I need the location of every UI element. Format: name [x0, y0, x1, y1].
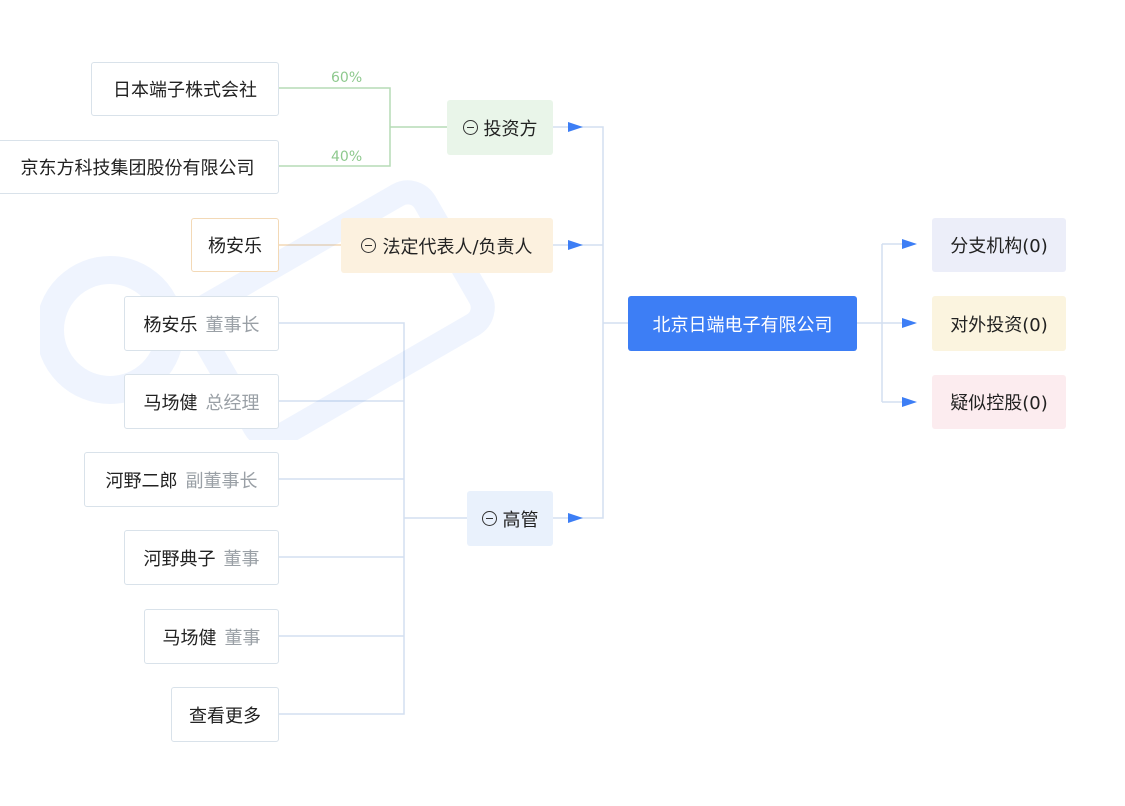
- collapse-icon[interactable]: [481, 511, 497, 526]
- executive-box[interactable]: 河野二郎 副董事长: [84, 452, 279, 507]
- collapse-icon[interactable]: [361, 238, 377, 253]
- investor-name: 京东方科技集团股份有限公司: [20, 158, 255, 179]
- executive-box[interactable]: 杨安乐 董事长: [124, 296, 279, 351]
- executive-name: 马场健: [143, 392, 198, 414]
- company-name: 北京日端电子有限公司: [652, 314, 833, 336]
- legal-rep-box[interactable]: 杨安乐: [191, 218, 279, 272]
- suspected-control-label: 疑似控股(0): [950, 393, 1048, 414]
- investors-label: 投资方: [483, 118, 538, 140]
- outbound-investment-node[interactable]: 对外投资(0): [932, 296, 1066, 351]
- share-pct: 40%: [331, 149, 363, 165]
- executive-box[interactable]: 河野典子 董事: [124, 530, 279, 585]
- executive-role: 董事长: [205, 314, 260, 336]
- investor-name: 日本端子株式会社: [113, 80, 257, 101]
- company-node[interactable]: 北京日端电子有限公司: [628, 296, 857, 351]
- branch-node[interactable]: 分支机构(0): [932, 218, 1066, 272]
- executive-name: 杨安乐: [143, 314, 198, 336]
- executive-name: 马场健: [162, 627, 217, 649]
- collapse-icon[interactable]: [462, 120, 478, 135]
- executive-role: 董事: [223, 548, 260, 570]
- executive-box[interactable]: 马场健 董事: [144, 609, 279, 664]
- executive-name: 河野典子: [143, 548, 216, 570]
- view-more-label: 查看更多: [189, 705, 261, 727]
- suspected-control-node[interactable]: 疑似控股(0): [932, 375, 1066, 429]
- executives-label: 高管: [502, 509, 539, 531]
- legal-rep-label: 法定代表人/负责人: [382, 236, 533, 258]
- investor-box[interactable]: 京东方科技集团股份有限公司: [0, 140, 279, 194]
- executive-role: 副董事长: [185, 470, 258, 492]
- investor-box[interactable]: 日本端子株式会社: [91, 62, 279, 116]
- investors-group-header[interactable]: 投资方: [447, 100, 553, 155]
- executive-role: 总经理: [205, 392, 260, 414]
- share-pct: 60%: [331, 70, 363, 86]
- view-more-button[interactable]: 查看更多: [171, 687, 279, 742]
- executives-group-header[interactable]: 高管: [467, 491, 553, 546]
- branch-label: 分支机构(0): [950, 236, 1048, 257]
- executive-role: 董事: [224, 627, 261, 649]
- executive-box[interactable]: 马场健 总经理: [124, 374, 279, 429]
- legal-rep-name: 杨安乐: [208, 236, 262, 257]
- executive-name: 河野二郎: [105, 470, 178, 492]
- outbound-investment-label: 对外投资(0): [950, 314, 1048, 336]
- legal-rep-group-header[interactable]: 法定代表人/负责人: [341, 218, 553, 273]
